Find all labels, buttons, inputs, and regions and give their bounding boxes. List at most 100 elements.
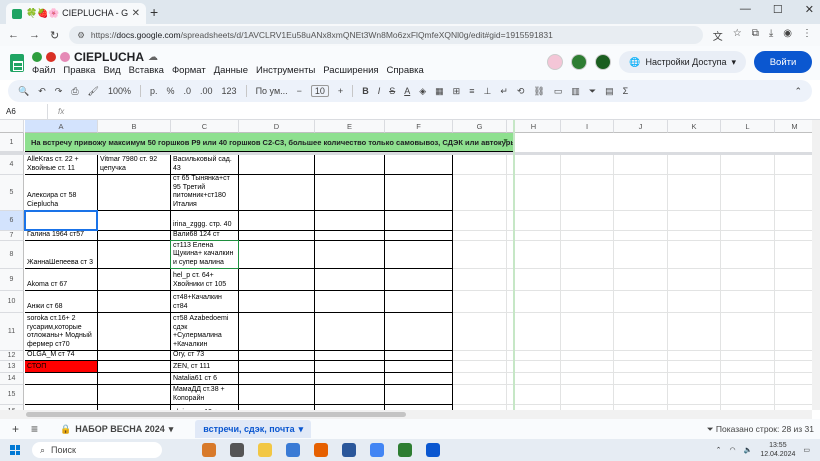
cell-h10[interactable] xyxy=(507,291,561,313)
cell-c6[interactable]: irina_zggg. стр. 40 xyxy=(171,211,239,231)
cell-e7[interactable] xyxy=(315,231,385,241)
menu-dots-icon[interactable]: ⋮ xyxy=(802,28,812,43)
cell-b11[interactable] xyxy=(98,313,171,351)
cell-d13[interactable] xyxy=(239,361,315,373)
cell-j4[interactable] xyxy=(614,155,668,175)
cell-a5[interactable]: Алексира ст 58 Cieplucha xyxy=(25,175,98,211)
row-header[interactable]: 1 xyxy=(0,133,24,152)
cell-g10[interactable] xyxy=(453,291,507,313)
avatar[interactable] xyxy=(595,54,612,70)
cell-e5[interactable] xyxy=(315,175,385,211)
cell-k11[interactable] xyxy=(668,313,721,351)
chart-icon[interactable]: ▥ xyxy=(571,86,580,97)
cell-j8[interactable] xyxy=(614,241,668,269)
cell-m10[interactable] xyxy=(775,291,812,313)
cell-g15[interactable] xyxy=(453,385,507,405)
clock[interactable]: 13:55 12.04.2024 xyxy=(760,441,795,459)
cell-l12[interactable] xyxy=(721,351,775,361)
add-sheet-icon[interactable]: + xyxy=(12,422,19,436)
file-explorer-icon[interactable] xyxy=(258,443,272,457)
cell-h14[interactable] xyxy=(507,373,561,385)
cell-e12[interactable] xyxy=(315,351,385,361)
column-header-f[interactable]: F xyxy=(385,120,453,133)
merge-cells-icon[interactable]: ⊞ xyxy=(453,86,461,97)
cell-a10[interactable]: Анжи ст 68 xyxy=(25,291,98,313)
percent-button[interactable]: % xyxy=(167,86,175,96)
cell-k4[interactable] xyxy=(668,155,721,175)
cell-j5[interactable] xyxy=(614,175,668,211)
cell-i13[interactable] xyxy=(561,361,614,373)
text-color-icon[interactable]: A xyxy=(404,86,410,96)
italic-icon[interactable]: I xyxy=(378,86,381,96)
row-header[interactable]: 11 xyxy=(0,313,24,351)
cell-h9[interactable] xyxy=(507,269,561,291)
cell-k6[interactable] xyxy=(668,211,721,231)
app-icon[interactable] xyxy=(202,443,216,457)
cell-f6[interactable] xyxy=(385,211,453,231)
horizontal-scrollbar[interactable] xyxy=(0,410,812,419)
cell-c13[interactable]: ZEN, ст 111 xyxy=(171,361,239,373)
frozen-rows-divider[interactable] xyxy=(0,152,812,155)
column-header-g[interactable]: G xyxy=(453,120,507,133)
minimize-icon[interactable]: — xyxy=(740,3,751,16)
cell-m4[interactable] xyxy=(775,155,812,175)
app-icon[interactable] xyxy=(426,443,440,457)
url-field[interactable]: ⚙ https://docs.google.com/spreadsheets/d… xyxy=(69,26,703,44)
cell-h7[interactable] xyxy=(507,231,561,241)
cell-e11[interactable] xyxy=(315,313,385,351)
firefox-icon[interactable] xyxy=(314,443,328,457)
undo-icon[interactable]: ↶ xyxy=(38,86,46,97)
extensions-icon[interactable]: ⧉ xyxy=(752,28,759,43)
taskbar-search[interactable]: ⌕ Поиск xyxy=(32,442,162,458)
cell-m6[interactable] xyxy=(775,211,812,231)
frozen-columns-divider[interactable] xyxy=(513,120,515,410)
cell-f15[interactable] xyxy=(385,385,453,405)
banner-cell[interactable]: На встречу привожу максимум 50 горшков Р… xyxy=(25,133,514,152)
paint-format-icon[interactable]: 🖌 xyxy=(88,86,99,97)
avatar[interactable] xyxy=(571,54,588,70)
cell-j14[interactable] xyxy=(614,373,668,385)
cell-h13[interactable] xyxy=(507,361,561,373)
cell-m13[interactable] xyxy=(775,361,812,373)
cell-f8[interactable] xyxy=(385,241,453,269)
cell-a4[interactable]: AlleKras ст. 22 + Хвойные ст. 11 xyxy=(25,155,98,175)
cell-g9[interactable] xyxy=(453,269,507,291)
cell-m15[interactable] xyxy=(775,385,812,405)
column-header-e[interactable]: E xyxy=(315,120,385,133)
cell-d14[interactable] xyxy=(239,373,315,385)
menu-tools[interactable]: Инструменты xyxy=(256,65,315,76)
column-header-l[interactable]: L xyxy=(721,120,775,133)
font-size-input[interactable]: 10 xyxy=(310,85,329,97)
filter-views-icon[interactable]: ▤ xyxy=(605,86,614,97)
cell-l15[interactable] xyxy=(721,385,775,405)
avatar[interactable] xyxy=(547,54,564,70)
cell-l4[interactable] xyxy=(721,155,775,175)
cloud-status-icon[interactable]: ☁ xyxy=(148,52,158,63)
cell-m5[interactable] xyxy=(775,175,812,211)
comment-icon[interactable]: ▭ xyxy=(554,86,563,97)
search-icon[interactable]: 🔍 xyxy=(18,86,29,97)
row-header[interactable]: 6 xyxy=(0,211,24,231)
cell-b15[interactable] xyxy=(98,385,171,405)
zoom-select[interactable]: 100% xyxy=(108,86,131,96)
maximize-icon[interactable]: ☐ xyxy=(773,3,783,16)
network-icon[interactable]: ◠ xyxy=(730,446,736,454)
row-header[interactable]: 9 xyxy=(0,269,24,291)
row-header[interactable]: 15 xyxy=(0,385,24,405)
row-header[interactable]: 8 xyxy=(0,241,24,269)
cell-f12[interactable] xyxy=(385,351,453,361)
chevron-down-icon[interactable]: ▾ xyxy=(299,424,304,435)
decrease-decimal-button[interactable]: .0 xyxy=(184,86,192,96)
row-header[interactable]: 10 xyxy=(0,291,24,313)
print-icon[interactable]: ⎙ xyxy=(71,86,78,97)
cell-e6[interactable] xyxy=(315,211,385,231)
cell-b13[interactable] xyxy=(98,361,171,373)
cell-h8[interactable] xyxy=(507,241,561,269)
cell-h15[interactable] xyxy=(507,385,561,405)
sheet-tab-meetings[interactable]: встречи, сдэк, почта ▾ xyxy=(195,420,312,438)
cell-k13[interactable] xyxy=(668,361,721,373)
cell-b5[interactable] xyxy=(98,175,171,211)
column-header-b[interactable]: B xyxy=(98,120,171,133)
row-header[interactable]: 13 xyxy=(0,361,24,373)
cell-k9[interactable] xyxy=(668,269,721,291)
